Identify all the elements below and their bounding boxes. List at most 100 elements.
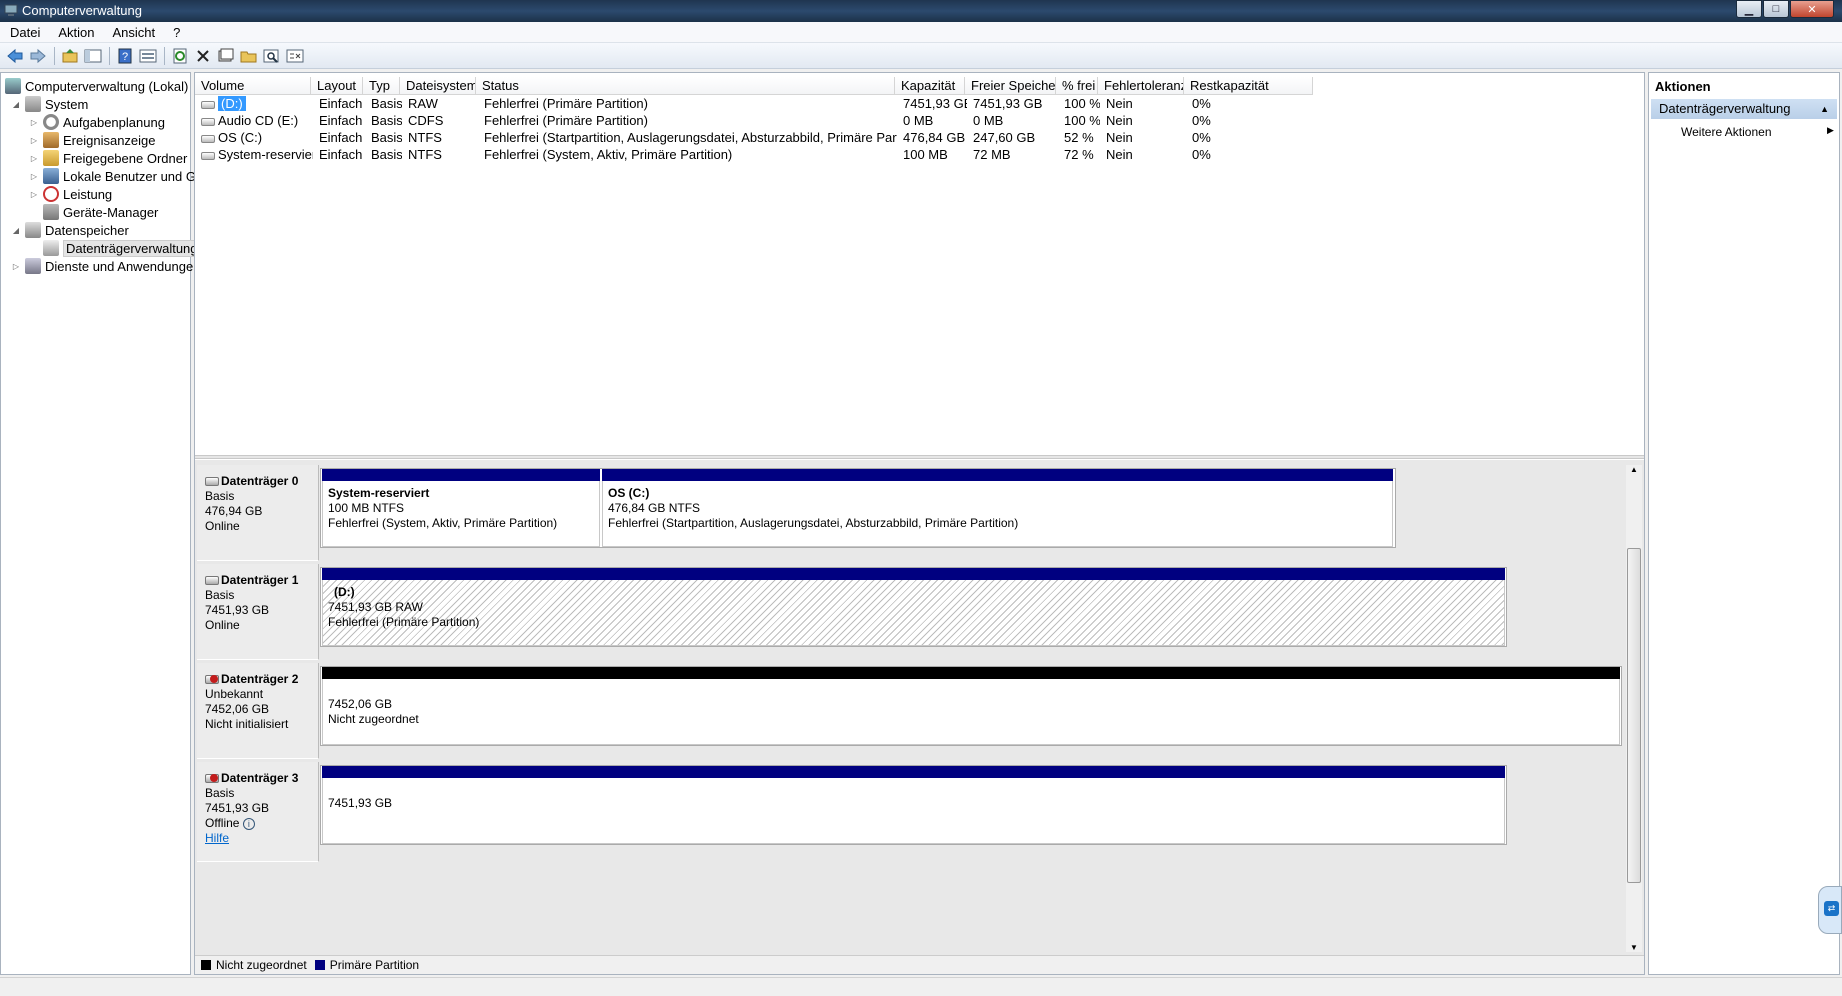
computer-management-icon: [5, 78, 21, 94]
col-status[interactable]: Status: [476, 77, 895, 95]
col-layout[interactable]: Layout: [311, 77, 363, 95]
volume-row[interactable]: System-reserviert Einfach Basis NTFS Feh…: [197, 146, 1315, 163]
delete-icon[interactable]: [192, 45, 214, 67]
event-viewer-icon: [43, 132, 59, 148]
actions-title: Aktionen: [1655, 79, 1711, 94]
help-icon[interactable]: ?: [114, 45, 136, 67]
partition-d[interactable]: (D:) 7451,93 GB RAW Fehlerfrei (Primäre …: [322, 580, 1505, 646]
back-icon[interactable]: [4, 45, 26, 67]
forward-icon[interactable]: [27, 45, 49, 67]
status-bar: [0, 977, 1842, 996]
tree-item-geraete-manager[interactable]: Geräte-Manager: [43, 203, 158, 221]
teamviewer-icon: ⇄: [1824, 901, 1839, 916]
volume-row[interactable]: (D:) Einfach Basis RAW Fehlerfrei (Primä…: [197, 95, 1315, 112]
console-icon[interactable]: [137, 45, 159, 67]
menu-datei[interactable]: Datei: [0, 25, 48, 40]
more-actions-item[interactable]: Weitere Aktionen ▶: [1681, 125, 1834, 139]
tree-item-aufgabenplanung[interactable]: ▷ Aufgabenplanung: [29, 113, 165, 131]
maximize-button[interactable]: □: [1763, 0, 1789, 18]
collapse-up-icon[interactable]: ▲: [1820, 99, 1829, 119]
hard-disk-icon: [205, 477, 219, 486]
partition-system-reserviert[interactable]: System-reserviert 100 MB NTFS Fehlerfrei…: [322, 481, 600, 547]
actions-pane: Aktionen Datenträgerverwaltung ▲ Weitere…: [1648, 72, 1840, 975]
teamviewer-badge[interactable]: ⇄: [1818, 886, 1842, 934]
col-fehlertoleranz[interactable]: Fehlertoleranz: [1098, 77, 1184, 95]
pane-splitter[interactable]: [195, 455, 1644, 459]
hard-disk-icon: [205, 576, 219, 585]
expand-icon[interactable]: ▷: [29, 136, 39, 145]
partition-os-c[interactable]: OS (C:) 476,84 GB NTFS Fehlerfrei (Start…: [602, 481, 1393, 547]
shared-folder-icon: [43, 150, 59, 166]
expand-icon[interactable]: ▷: [29, 190, 39, 199]
disk-0-info[interactable]: Datenträger 0 Basis 476,94 GB Online: [197, 465, 319, 561]
disk-2-info[interactable]: Datenträger 2 Unbekannt 7452,06 GB Nicht…: [197, 663, 319, 759]
tree-item-datentraegerverwaltung[interactable]: Datenträgerverwaltung: [43, 239, 201, 257]
volume-row[interactable]: OS (C:) Einfach Basis NTFS Fehlerfrei (S…: [197, 129, 1315, 146]
unallocated-space[interactable]: 7452,06 GB Nicht zugeordnet: [322, 679, 1620, 745]
menu-ansicht[interactable]: Ansicht: [103, 25, 164, 40]
volume-row[interactable]: Audio CD (E:) Einfach Basis CDFS Fehlerf…: [197, 112, 1315, 129]
collapse-icon[interactable]: ◢: [11, 100, 21, 109]
collapse-icon[interactable]: ◢: [11, 226, 21, 235]
col-restkapazitaet[interactable]: Restkapazität: [1184, 77, 1313, 95]
primary-swatch: [314, 960, 325, 970]
vertical-scrollbar[interactable]: ▲ ▼: [1626, 465, 1642, 952]
info-icon[interactable]: i: [242, 818, 255, 830]
disk-error-icon: [205, 774, 219, 783]
col-freier-speicher[interactable]: Freier Speicher: [965, 77, 1056, 95]
window-title: Computerverwaltung: [22, 3, 142, 18]
unallocated-bar: [322, 667, 1620, 679]
col-typ[interactable]: Typ: [363, 77, 400, 95]
scroll-down-icon[interactable]: ▼: [1630, 943, 1638, 952]
up-icon[interactable]: [59, 45, 81, 67]
scrollbar-thumb[interactable]: [1627, 548, 1641, 883]
disk-2-partitions: 7452,06 GB Nicht zugeordnet: [320, 666, 1622, 746]
settings-icon[interactable]: [284, 45, 306, 67]
tree-item-datenspeicher[interactable]: ◢ Datenspeicher: [11, 221, 129, 239]
disk-1-info[interactable]: Datenträger 1 Basis 7451,93 GB Online: [197, 564, 319, 660]
col-volume[interactable]: Volume: [195, 77, 311, 95]
expand-icon[interactable]: ▷: [29, 154, 39, 163]
open-icon[interactable]: [238, 45, 260, 67]
disk-3-partitions: 7451,93 GB: [320, 765, 1507, 845]
title-bar: Computerverwaltung ▁ □ ✕: [0, 0, 1842, 22]
refresh-icon[interactable]: [169, 45, 191, 67]
disk-management-icon: [43, 240, 59, 256]
properties-icon[interactable]: [215, 45, 237, 67]
tree-item-freigegebene-ordner[interactable]: ▷ Freigegebene Ordner: [29, 149, 187, 167]
offline-space[interactable]: 7451,93 GB: [322, 778, 1505, 844]
close-button[interactable]: ✕: [1790, 0, 1834, 18]
tree-item-root[interactable]: Computerverwaltung (Lokal): [5, 77, 188, 95]
tree-item-system[interactable]: ◢ System: [11, 95, 88, 113]
menu-help[interactable]: ?: [163, 25, 188, 40]
tree-item-lokale-benutzer[interactable]: ▷ Lokale Benutzer und Gr: [29, 167, 200, 185]
device-manager-icon: [43, 204, 59, 220]
scroll-up-icon[interactable]: ▲: [1630, 465, 1638, 474]
tree-item-dienste[interactable]: ▷ Dienste und Anwendungen: [11, 257, 200, 275]
menu-bar: Datei Aktion Ansicht ?: [0, 22, 1842, 43]
col-prozent-frei[interactable]: % frei: [1056, 77, 1098, 95]
expand-icon[interactable]: ▷: [29, 172, 39, 181]
tree-item-leistung[interactable]: ▷ Leistung: [29, 185, 112, 203]
actions-section-header[interactable]: Datenträgerverwaltung ▲: [1651, 99, 1837, 119]
unallocated-swatch: [201, 960, 211, 970]
disk-graph-view: Datenträger 0 Basis 476,94 GB Online Sys…: [195, 460, 1644, 974]
primary-partition-bar: [322, 766, 1505, 778]
disk-error-icon: [205, 675, 219, 684]
help-link[interactable]: Hilfe: [205, 831, 229, 845]
search-icon[interactable]: [261, 45, 283, 67]
expand-icon[interactable]: ▷: [11, 262, 21, 271]
show-hide-tree-icon[interactable]: [82, 45, 104, 67]
primary-partition-bar: [602, 469, 1393, 481]
expand-icon[interactable]: ▷: [29, 118, 39, 127]
tree-item-ereignisanzeige[interactable]: ▷ Ereignisanzeige: [29, 131, 156, 149]
disk-3-info[interactable]: Datenträger 3 Basis 7451,93 GB Offline i…: [197, 762, 319, 862]
toolbar: ?: [0, 43, 1842, 69]
drive-icon: [201, 134, 215, 143]
drive-icon: [201, 100, 215, 109]
menu-aktion[interactable]: Aktion: [48, 25, 102, 40]
minimize-button[interactable]: ▁: [1736, 0, 1762, 18]
primary-partition-bar: [322, 469, 600, 481]
col-kapazitaet[interactable]: Kapazität: [895, 77, 965, 95]
col-dateisystem[interactable]: Dateisystem: [400, 77, 476, 95]
